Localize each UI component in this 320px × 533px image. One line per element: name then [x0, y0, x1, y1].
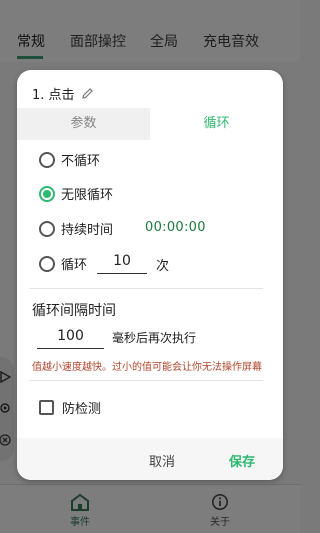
option-infinite-loop[interactable]: 无限循环 — [39, 184, 113, 203]
tab-charging-sound[interactable]: 充电音效 — [203, 31, 259, 51]
nav-about[interactable]: 关于 — [200, 493, 240, 528]
no-loop-radio[interactable] — [39, 151, 55, 168]
tab-params[interactable]: 参数 — [17, 108, 150, 140]
interval-warning: 值越小速度越快。过小的值可能会让你无法操作屏幕 — [32, 362, 262, 373]
tab-loop[interactable]: 循环 — [150, 108, 283, 140]
save-button[interactable]: 保存 — [229, 451, 255, 470]
loop-count-unit: 次 — [156, 259, 170, 274]
bottom-nav: 事件 关于 — [0, 484, 300, 533]
dialog-title[interactable]: 1. 点击 — [32, 84, 94, 103]
infinite-loop-radio[interactable] — [39, 185, 55, 202]
top-tab-bar: 常规 面部操控 全局 充电音效 — [0, 0, 300, 62]
anti-detect-option[interactable]: 防检测 — [39, 398, 101, 417]
tab-general[interactable]: 常规 — [17, 31, 45, 51]
option-loop-count[interactable]: 循环 — [39, 254, 87, 273]
side-float-toolbar — [0, 357, 14, 461]
home-icon — [71, 493, 89, 511]
nav-about-label: 关于 — [210, 517, 230, 528]
interval-title: 循环间隔时间 — [32, 303, 116, 319]
loop-settings-dialog: 1. 点击 参数 循环 不循环 无限循环 持续时间 00:00:00 循环 10… — [17, 70, 283, 480]
play-icon[interactable] — [0, 371, 11, 383]
tab-face-control[interactable]: 面部操控 — [70, 31, 126, 51]
divider — [29, 288, 263, 289]
info-icon — [211, 493, 229, 511]
anti-detect-label: 防检测 — [62, 402, 102, 417]
option-no-loop[interactable]: 不循环 — [39, 150, 100, 169]
active-tab-indicator — [17, 56, 43, 59]
gear-icon[interactable] — [0, 402, 11, 414]
infinite-loop-label: 无限循环 — [61, 188, 114, 203]
duration-label: 持续时间 — [61, 223, 114, 238]
duration-radio[interactable] — [39, 220, 55, 237]
dialog-actions: 取消 保存 — [17, 438, 283, 480]
close-icon[interactable] — [0, 434, 11, 446]
anti-detect-checkbox[interactable] — [39, 400, 54, 415]
cancel-button[interactable]: 取消 — [149, 451, 175, 470]
loop-count-input[interactable]: 10 — [97, 250, 147, 274]
tab-global[interactable]: 全局 — [150, 31, 178, 51]
loop-count-radio[interactable] — [39, 255, 55, 272]
interval-unit: 毫秒后再次执行 — [112, 331, 197, 345]
pencil-icon[interactable] — [81, 87, 94, 100]
duration-time-value[interactable]: 00:00:00 — [145, 220, 206, 235]
loop-count-label: 循环 — [61, 258, 88, 273]
dialog-title-text: 1. 点击 — [32, 88, 75, 103]
interval-input[interactable]: 100 — [37, 325, 104, 349]
dialog-tabs: 参数 循环 — [17, 108, 283, 140]
nav-events[interactable]: 事件 — [60, 493, 100, 528]
no-loop-label: 不循环 — [61, 154, 101, 169]
divider — [29, 380, 263, 381]
option-duration[interactable]: 持续时间 — [39, 219, 113, 238]
nav-events-label: 事件 — [70, 517, 90, 528]
